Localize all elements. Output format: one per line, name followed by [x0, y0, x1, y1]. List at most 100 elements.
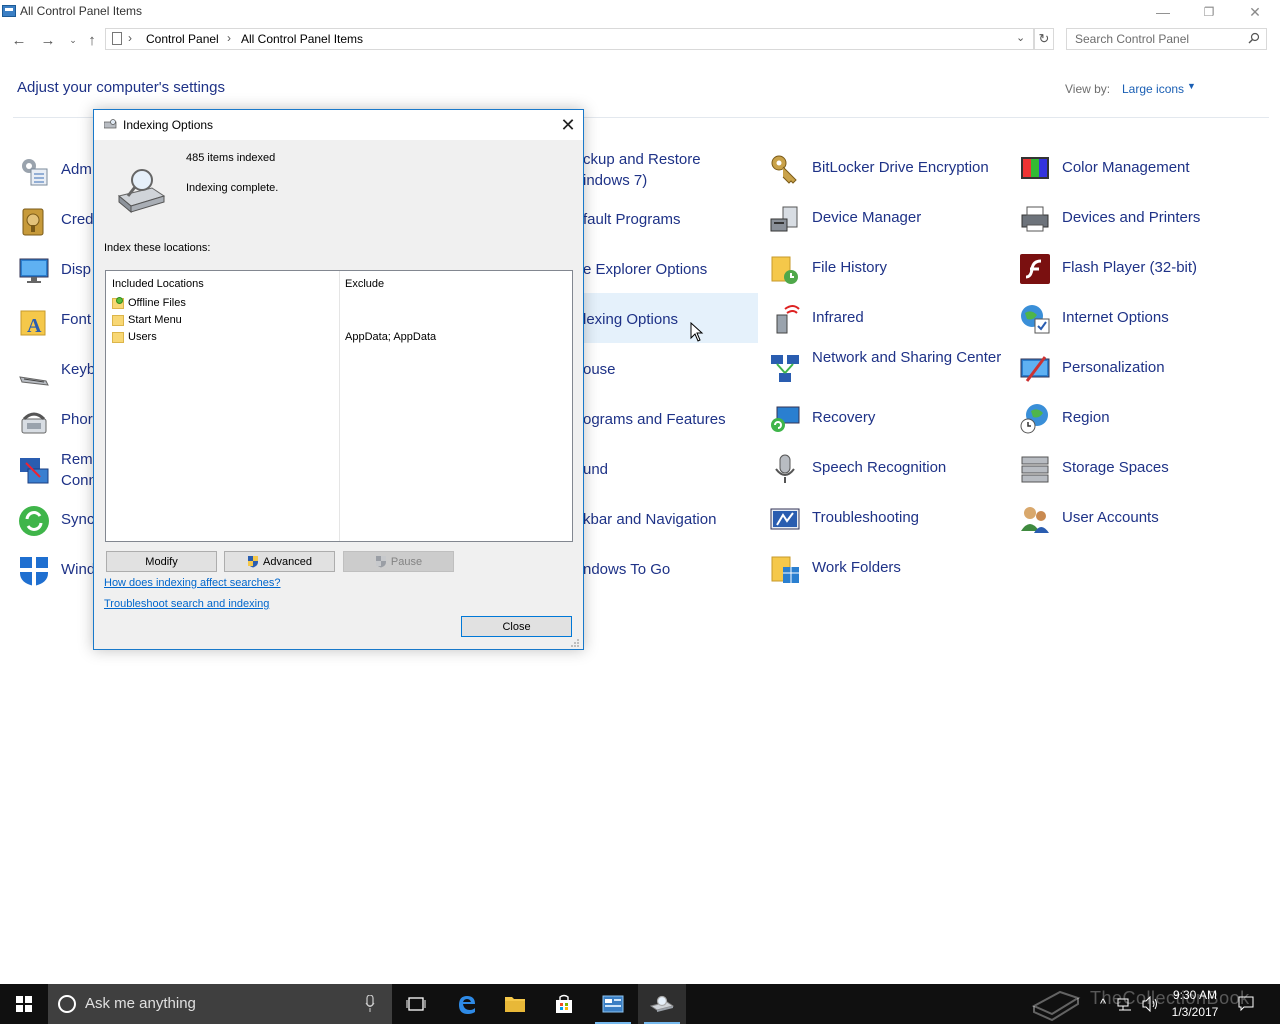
item-troubleshooting[interactable]: Troubleshooting [769, 493, 1009, 543]
chevron-down-icon[interactable]: ▼ [1187, 81, 1196, 91]
clock-date[interactable]: 1/3/2017 [1170, 1005, 1220, 1019]
search-icon[interactable] [1248, 32, 1260, 47]
item-work-folders[interactable]: Work Folders [769, 543, 1009, 593]
item-label: Recovery [812, 409, 876, 426]
show-hidden-icons-icon[interactable]: ^ [1100, 996, 1106, 1011]
item-label: lexing Options [583, 311, 679, 328]
flash-player-icon [1020, 254, 1050, 284]
file-explorer-taskbar-button[interactable] [491, 984, 539, 1024]
item-device-manager[interactable]: Device Manager [769, 193, 1009, 243]
forward-arrow-icon[interactable]: → [37, 29, 59, 51]
pause-button[interactable]: Pause [343, 551, 454, 572]
close-window-button[interactable]: ✕ [1232, 0, 1278, 24]
clock-time[interactable]: 9:30 AM [1170, 988, 1220, 1002]
item-region[interactable]: Region [1019, 393, 1259, 443]
item-label: Phor [61, 411, 93, 428]
search-input[interactable]: Search Control Panel [1066, 28, 1267, 50]
store-taskbar-button[interactable] [540, 984, 588, 1024]
item-label: User Accounts [1062, 509, 1159, 526]
folder-icon [112, 297, 124, 309]
breadcrumb-all-items[interactable]: All Control Panel Items [241, 32, 363, 46]
window-title: All Control Panel Items [20, 4, 143, 18]
cortana-search-box[interactable]: Ask me anything [48, 984, 392, 1024]
up-arrow-icon[interactable]: ↑ [81, 29, 103, 51]
item-color-management[interactable]: Color Management [1019, 143, 1259, 193]
location-name: Start Menu [128, 314, 182, 326]
view-by-dropdown[interactable]: Large icons [1122, 82, 1184, 96]
item-personalization[interactable]: Personalization [1019, 343, 1259, 393]
button-label: Pause [390, 555, 423, 568]
color-management-icon [1021, 157, 1049, 179]
item-label: Storage Spaces [1062, 459, 1169, 476]
display-icon [19, 258, 49, 283]
button-label: Close [502, 620, 531, 633]
edge-taskbar-button[interactable] [443, 984, 491, 1024]
troubleshooting-icon [770, 508, 800, 530]
item-internet-options[interactable]: Internet Options [1019, 293, 1259, 343]
breadcrumb-control-panel[interactable]: Control Panel [146, 32, 219, 46]
back-arrow-icon[interactable]: ← [8, 29, 30, 51]
button-label: Advanced [263, 555, 312, 568]
item-label: Network and Sharing Center [812, 349, 1002, 366]
advanced-button[interactable]: Advanced [224, 551, 335, 572]
microphone-icon[interactable] [365, 995, 375, 1013]
close-icon[interactable]: ✕ [554, 114, 582, 136]
item-devices-and-printers[interactable]: Devices and Printers [1019, 193, 1259, 243]
troubleshoot-link[interactable]: Troubleshoot search and indexing [104, 598, 269, 610]
locations-list[interactable]: Included Locations Exclude Offline Files… [105, 270, 573, 542]
network-icon [771, 355, 799, 382]
user-accounts-icon [1021, 507, 1049, 533]
maximize-button[interactable]: ❐ [1186, 0, 1232, 24]
item-infrared[interactable]: Infrared [769, 293, 1009, 343]
indexing-status: Indexing complete. [186, 182, 279, 194]
mouse-cursor-icon [690, 322, 704, 342]
item-bitlocker[interactable]: BitLocker Drive Encryption [769, 143, 1009, 193]
minimize-button[interactable]: — [1140, 0, 1186, 24]
address-bar[interactable]: › Control Panel › All Control Panel Item… [105, 28, 1034, 50]
action-center-icon[interactable] [1238, 996, 1254, 1012]
item-label: und [583, 461, 609, 478]
modify-button[interactable]: Modify [106, 551, 217, 572]
book-watermark-icon [1031, 990, 1081, 1022]
start-button[interactable] [0, 984, 48, 1024]
keyboard-icon [19, 376, 49, 386]
column-header-included: Included Locations [112, 278, 204, 290]
phone-icon [21, 412, 47, 434]
edge-icon [459, 996, 475, 1014]
network-tray-icon[interactable] [1117, 996, 1133, 1012]
resize-grip-icon[interactable] [570, 638, 580, 648]
close-button[interactable]: Close [461, 616, 572, 637]
item-recovery[interactable]: Recovery [769, 393, 1009, 443]
task-view-button[interactable] [392, 984, 440, 1024]
item-storage-spaces[interactable]: Storage Spaces [1019, 443, 1259, 493]
location-row[interactable]: Start Menu [112, 313, 572, 329]
item-label: Wind [61, 561, 96, 578]
item-label: e Explorer Options [583, 261, 708, 278]
windows-logo-icon [16, 996, 32, 1012]
location-row[interactable]: Offline Files [112, 296, 572, 312]
remoteapp-icon [20, 458, 49, 484]
indexing-affect-link[interactable]: How does indexing affect searches? [104, 577, 281, 589]
item-label: ograms and Features [583, 411, 726, 428]
item-speech-recognition[interactable]: Speech Recognition [769, 443, 1009, 493]
uac-shield-icon [248, 556, 259, 568]
indexing-options-taskbar-button[interactable] [638, 984, 686, 1024]
control-panel-taskbar-button[interactable] [589, 984, 637, 1024]
indexing-icon [104, 119, 117, 129]
item-user-accounts[interactable]: User Accounts [1019, 493, 1259, 543]
taskbar: Ask me anything TheCollectionBook ^ 9:30… [0, 984, 1280, 1024]
refresh-icon[interactable]: ↻ [1034, 28, 1054, 50]
address-dropdown-icon[interactable]: ⌄ [1016, 31, 1025, 44]
cortana-icon [58, 995, 76, 1013]
item-label: ouse [583, 361, 616, 378]
administrative-tools-icon [22, 159, 48, 186]
item-flash-player[interactable]: Flash Player (32-bit) [1019, 243, 1259, 293]
item-network-and-sharing-center[interactable]: Network and Sharing Center [769, 343, 1009, 393]
item-file-history[interactable]: File History [769, 243, 1009, 293]
personalization-icon [1020, 356, 1050, 382]
location-row[interactable]: Users AppData; AppData [112, 330, 572, 346]
item-label: Flash Player (32-bit) [1062, 259, 1198, 276]
volume-tray-icon[interactable] [1142, 996, 1160, 1012]
index-locations-label: Index these locations: [104, 242, 211, 254]
column-header-exclude: Exclude [345, 278, 385, 290]
